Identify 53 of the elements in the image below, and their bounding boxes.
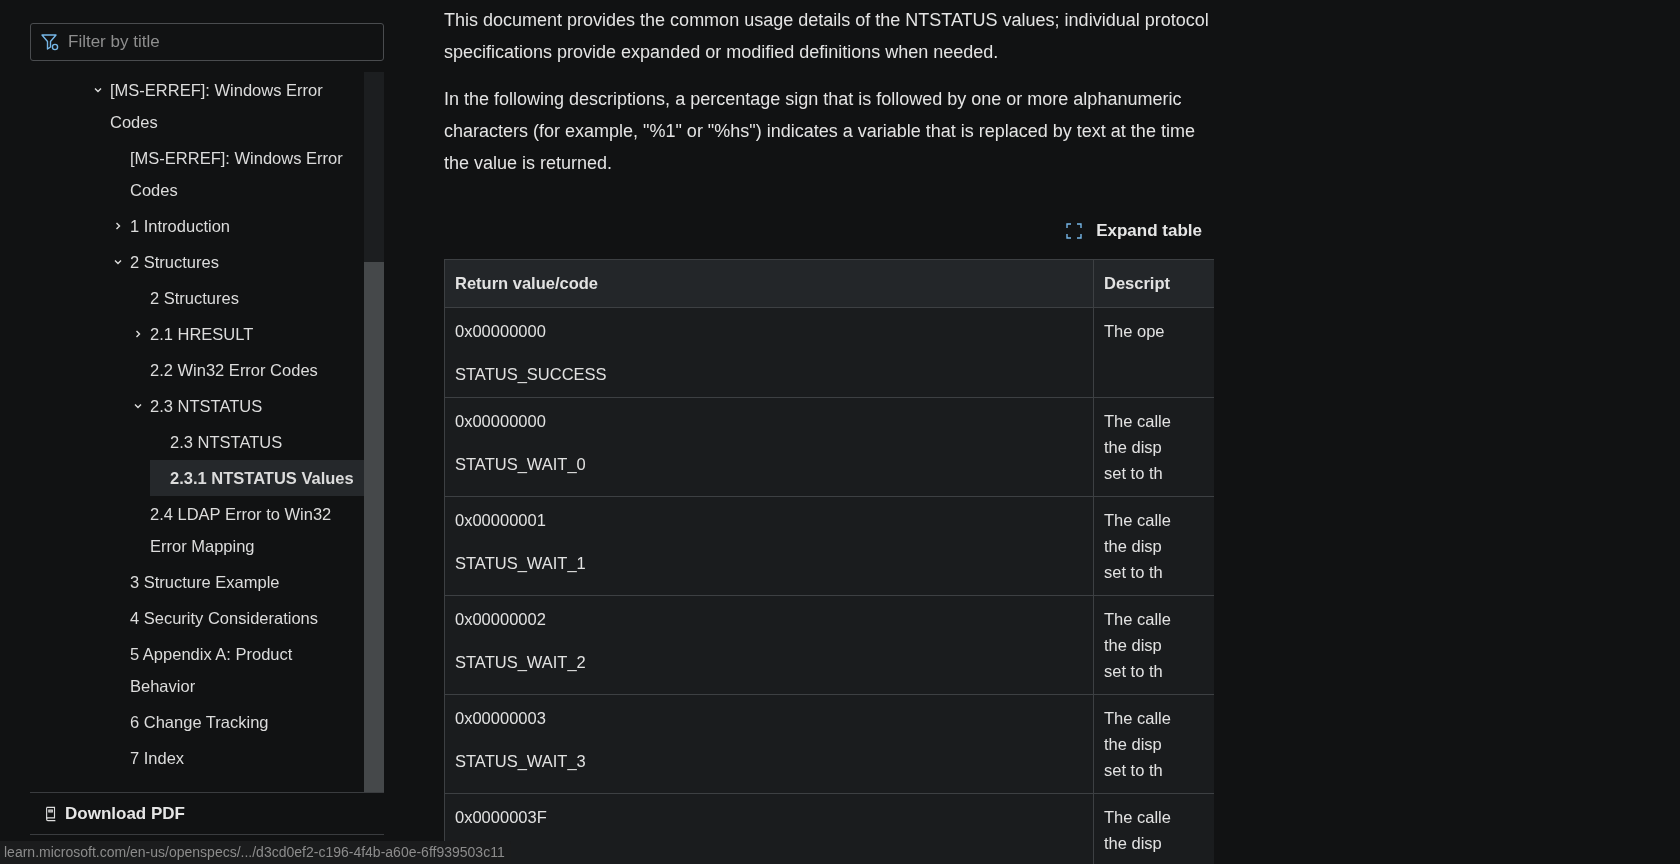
description-text: the disp <box>1104 437 1163 458</box>
expand-icon <box>1066 223 1083 239</box>
status-name: STATUS_WAIT_0 <box>455 454 587 475</box>
return-code: 0x00000000 <box>455 411 547 432</box>
column-header: Descript <box>1093 259 1214 308</box>
tree-item[interactable]: 4 Security Considerations <box>110 600 364 636</box>
tree-item[interactable]: 2.3.1 NTSTATUS Values <box>150 460 364 496</box>
description-text: The calle <box>1104 708 1172 729</box>
return-code: 0x00000000 <box>455 321 547 342</box>
status-name: STATUS_WAIT_3 <box>455 751 587 772</box>
paragraph: This document provides the common usage details of the NTSTATUS values; individual protocol specifications provide expanded or modified definitions when needed. <box>444 9 1209 64</box>
tree-item[interactable]: 5 Appendix A: Product Behavior <box>110 636 364 704</box>
tree-item[interactable]: 2.4 LDAP Error to Win32 Error Mapping <box>130 496 364 564</box>
return-code: 0x00000001 <box>455 510 547 531</box>
tree-item[interactable]: 7 Index <box>110 740 364 776</box>
return-code: 0x00000003 <box>455 708 547 729</box>
scrollbar-thumb[interactable] <box>364 262 384 792</box>
tree-item[interactable]: 2 Structures <box>130 280 364 316</box>
description-text: The calle <box>1104 510 1172 531</box>
description-text: the disp <box>1104 635 1163 656</box>
return-code: 0x00000002 <box>455 609 547 630</box>
tree-item[interactable]: [MS-ERREF]: Windows Error Codes <box>110 140 364 208</box>
description-text: set to th <box>1104 463 1164 484</box>
description-text: the disp <box>1104 833 1163 854</box>
filter-field[interactable]: Filter by title <box>30 23 384 61</box>
return-code: 0x0000003F <box>455 807 548 828</box>
tree-item[interactable]: 2.1 HRESULT <box>130 316 364 352</box>
download-pdf-button[interactable]: Download PDF <box>30 793 384 835</box>
book-icon <box>44 805 58 822</box>
description-text: the disp <box>1104 734 1163 755</box>
description-text: The calle <box>1104 807 1172 828</box>
tree-item[interactable]: 2 Structures <box>110 244 364 280</box>
expand-table-button[interactable]: Expand table <box>1062 217 1202 245</box>
tree-item[interactable]: 2.3 NTSTATUS <box>150 424 364 460</box>
tree-item[interactable]: 2.3 NTSTATUS <box>130 388 364 424</box>
description-text: set to th <box>1104 661 1164 682</box>
description-text: the disp <box>1104 536 1163 557</box>
tree-item[interactable]: 1 Introduction <box>110 208 364 244</box>
tree-item[interactable]: 2.2 Win32 Error Codes <box>130 352 364 388</box>
status-name: STATUS_WAIT_1 <box>455 553 587 574</box>
tree-item[interactable]: 3 Structure Example <box>110 564 364 600</box>
tree-item[interactable]: 6 Change Tracking <box>110 704 364 740</box>
description-text: set to th <box>1104 760 1164 781</box>
description-text: The ope <box>1104 321 1166 342</box>
filter-icon <box>40 32 60 52</box>
tree-item[interactable]: [MS-ERREF]: Windows Error Codes <box>90 72 364 140</box>
paragraph: In the following descriptions, a percentage sign that is followed by one or more alphanumeric characters (for example, "%1" or "%hs") indicates a variable that is replaced by text at the time the value is returned. <box>444 88 1196 175</box>
column-header: Return value/code <box>444 259 1094 308</box>
status-name: STATUS_SUCCESS <box>455 364 608 385</box>
description-text: The calle <box>1104 411 1172 432</box>
description-text: The calle <box>1104 609 1172 630</box>
status-name: STATUS_WAIT_2 <box>455 652 587 673</box>
description-text: set to th <box>1104 562 1164 583</box>
